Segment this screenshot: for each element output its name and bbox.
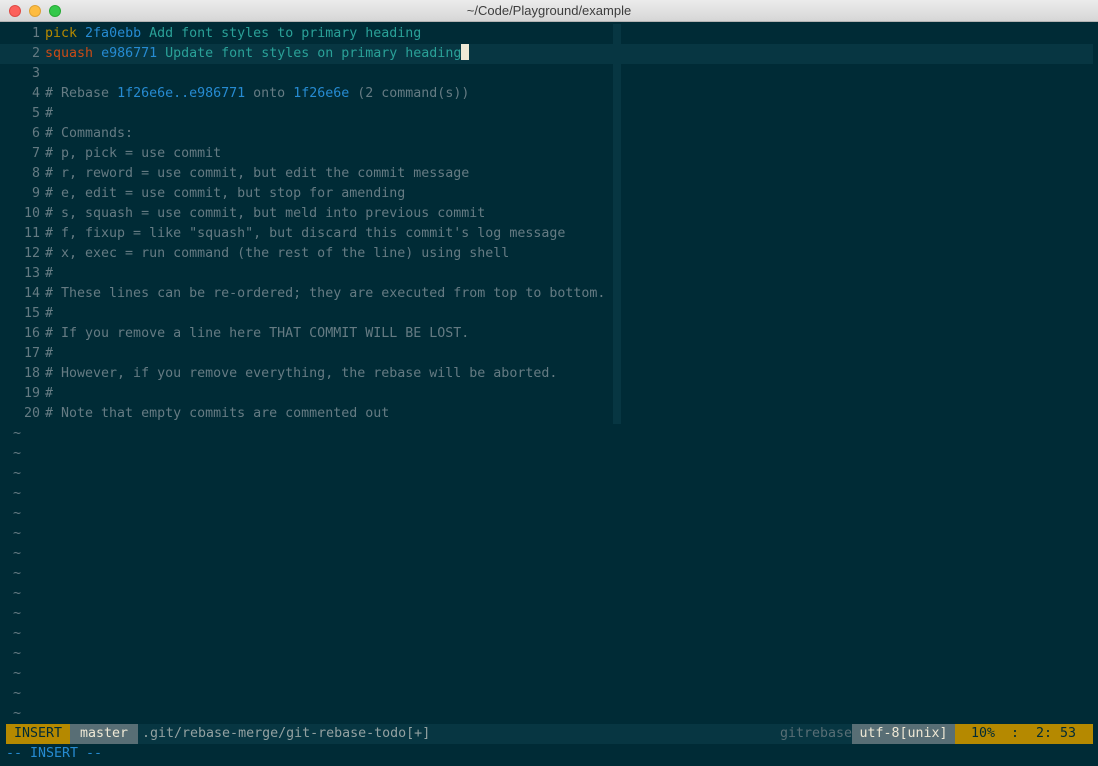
- buffer-line[interactable]: 13 #: [0, 264, 1093, 284]
- commit-summary: Update font styles on primary heading: [165, 46, 462, 61]
- commit-hash: 1f26e6e: [293, 86, 350, 101]
- empty-line-marker: ~: [13, 546, 22, 561]
- empty-line-marker: ~: [13, 526, 22, 541]
- line-number: 17: [23, 346, 40, 361]
- file-type: gitrebase: [779, 726, 852, 741]
- file-encoding: utf-8[unix]: [852, 724, 955, 744]
- empty-line-marker: ~: [13, 606, 22, 621]
- empty-line-marker: ~: [13, 506, 22, 521]
- buffer-line[interactable]: 10 # s, squash = use commit, but meld int…: [0, 204, 1093, 224]
- line-number: 2: [31, 46, 40, 61]
- empty-line-marker: ~: [13, 566, 22, 581]
- comment-text: # Note that empty commits are commented …: [45, 406, 390, 421]
- line-number: 6: [31, 126, 40, 141]
- line-column: 2: 53: [1036, 726, 1077, 741]
- line-number: 14: [23, 286, 40, 301]
- scroll-percent: 10%: [971, 726, 996, 741]
- comment-text: # p, pick = use commit: [45, 146, 222, 161]
- line-number: 18: [23, 366, 40, 381]
- buffer-line[interactable]: 9 # e, edit = use commit, but stop for am…: [0, 184, 1093, 204]
- empty-line-marker: ~: [13, 686, 22, 701]
- empty-line-marker: ~: [13, 446, 22, 461]
- commit-range: 1f26e6e..e986771: [117, 86, 246, 101]
- terminal-window: ~/Code/Playground/example 1 pick 2fa0ebb …: [0, 0, 1098, 766]
- comment-text: #: [45, 306, 54, 321]
- comment-text: #: [45, 106, 54, 121]
- vim-statusline: INSERT master .git/rebase-merge/git-reba…: [6, 724, 1093, 744]
- buffer-line[interactable]: 1 pick 2fa0ebb Add font styles to primary…: [0, 24, 1093, 44]
- empty-line-marker: ~: [13, 626, 22, 641]
- file-path: .git/rebase-merge/git-rebase-todo[+]: [142, 726, 431, 741]
- buffer-line[interactable]: 3: [0, 64, 1093, 84]
- buffer-line[interactable]: 12 # x, exec = run command (the rest of t…: [0, 244, 1093, 264]
- comment-text: #: [45, 386, 54, 401]
- line-number: 9: [31, 186, 40, 201]
- comment-text: # e, edit = use commit, but stop for ame…: [45, 186, 406, 201]
- commit-hash: e986771: [101, 46, 158, 61]
- comment-text: # However, if you remove everything, the…: [45, 366, 558, 381]
- buffer-line[interactable]: 14 # These lines can be re-ordered; they …: [0, 284, 1093, 304]
- window-title: ~/Code/Playground/example: [466, 3, 632, 18]
- buffer-line[interactable]: 7 # p, pick = use commit: [0, 144, 1093, 164]
- empty-line-marker: ~: [13, 646, 22, 661]
- commit-summary: Add font styles to primary heading: [149, 26, 422, 41]
- comment-text: # If you remove a line here THAT COMMIT …: [45, 326, 470, 341]
- comment-text: #: [45, 346, 54, 361]
- line-number: 12: [23, 246, 40, 261]
- comment-text: (2 command(s)): [349, 86, 470, 101]
- comment-text: # These lines can be re-ordered; they ar…: [45, 286, 606, 301]
- buffer-line[interactable]: 20 # Note that empty commits are commente…: [0, 404, 1093, 424]
- comment-text: # x, exec = run command (the rest of the…: [45, 246, 510, 261]
- empty-line-marker: ~: [13, 466, 22, 481]
- line-number: 5: [31, 106, 40, 121]
- line-number: 11: [23, 226, 40, 241]
- comment-text: # Rebase: [45, 86, 118, 101]
- empty-line-marker: ~: [13, 706, 22, 721]
- comment-text: # r, reword = use commit, but edit the c…: [45, 166, 470, 181]
- text-cursor: [461, 44, 470, 60]
- cursor-position: 10%: 2: 53: [955, 724, 1093, 744]
- line-number: 1: [31, 26, 40, 41]
- buffer-line[interactable]: 8 # r, reword = use commit, but edit the …: [0, 164, 1093, 184]
- command-line[interactable]: -- INSERT --: [6, 744, 102, 764]
- buffer-line[interactable]: 19 #: [0, 384, 1093, 404]
- buffer-line[interactable]: 16 # If you remove a line here THAT COMMI…: [0, 324, 1093, 344]
- buffer-line[interactable]: 18 # However, if you remove everything, t…: [0, 364, 1093, 384]
- empty-line-marker: ~: [13, 486, 22, 501]
- line-number: 15: [23, 306, 40, 321]
- line-number: 8: [31, 166, 40, 181]
- line-number: 16: [23, 326, 40, 341]
- empty-line-marker: ~: [13, 426, 22, 441]
- empty-line-marker: ~: [13, 666, 22, 681]
- line-number: 13: [23, 266, 40, 281]
- line-number: 19: [23, 386, 40, 401]
- buffer-line[interactable]: 17 #: [0, 344, 1093, 364]
- line-number: 7: [31, 146, 40, 161]
- buffer-line[interactable]: 5 #: [0, 104, 1093, 124]
- line-number: 20: [23, 406, 40, 421]
- comment-text: onto: [245, 86, 294, 101]
- buffer-line[interactable]: 6 # Commands:: [0, 124, 1093, 144]
- vim-buffer[interactable]: 1 pick 2fa0ebb Add font styles to primary…: [0, 24, 1098, 724]
- rebase-command-squash: squash: [45, 46, 94, 61]
- mode-indicator: INSERT: [6, 724, 70, 744]
- buffer-line[interactable]: 15 #: [0, 304, 1093, 324]
- empty-line-marker: ~: [13, 586, 22, 601]
- comment-text: # Commands:: [45, 126, 134, 141]
- rebase-command-pick: pick: [45, 26, 78, 41]
- position-separator: :: [1011, 726, 1020, 741]
- comment-text: # s, squash = use commit, but meld into …: [45, 206, 486, 221]
- line-number: 3: [31, 66, 40, 81]
- buffer-line[interactable]: 11 # f, fixup = like "squash", but discar…: [0, 224, 1093, 244]
- git-branch: master: [70, 724, 138, 744]
- line-number: 10: [23, 206, 40, 221]
- line-number: 4: [31, 86, 40, 101]
- title-bar[interactable]: ~/Code/Playground/example: [0, 0, 1098, 22]
- buffer-line-current[interactable]: 2 squash e986771 Update font styles on pr…: [0, 44, 1093, 64]
- comment-text: #: [45, 266, 54, 281]
- commit-hash: 2fa0ebb: [85, 26, 142, 41]
- comment-text: # f, fixup = like "squash", but discard …: [45, 226, 566, 241]
- buffer-line[interactable]: 4 # Rebase 1f26e6e..e986771 onto 1f26e6e …: [0, 84, 1093, 104]
